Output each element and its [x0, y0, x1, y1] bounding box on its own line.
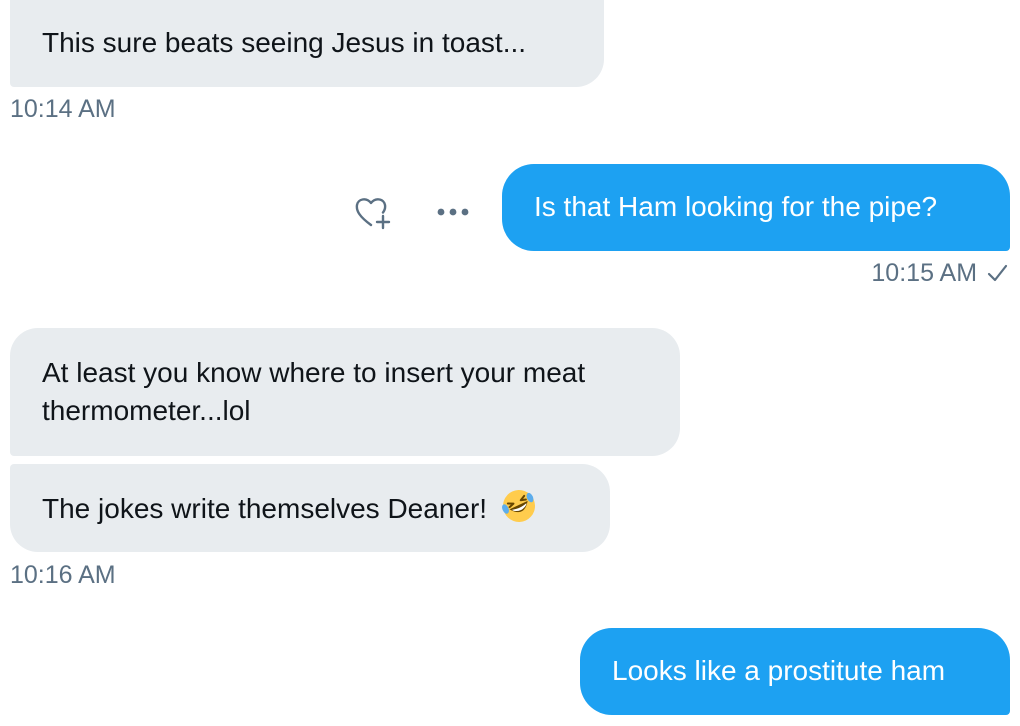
message-bubble-sent[interactable]: Looks like a prostitute ham: [580, 628, 1010, 715]
message-timestamp: 10:15 AM: [871, 259, 978, 287]
message-bubble-received[interactable]: At least you know where to insert your m…: [10, 328, 680, 456]
message-timestamp-sent: 10:15 AM: [871, 258, 1008, 288]
message-text: At least you know where to insert your m…: [42, 357, 586, 426]
checkmark-icon: [987, 264, 1008, 282]
heart-plus-icon[interactable]: [352, 192, 396, 236]
more-dots-icon[interactable]: [434, 202, 474, 222]
message-text: The jokes write themselves Deaner!: [42, 493, 488, 524]
message-text: Is that Ham looking for the pipe?: [534, 191, 938, 222]
message-text: This sure beats seeing Jesus in toast...: [42, 27, 527, 58]
message-bubble-received[interactable]: This sure beats seeing Jesus in toast...: [10, 0, 604, 87]
message-bubble-sent[interactable]: Is that Ham looking for the pipe?: [502, 164, 1010, 251]
message-timestamp: 10:14 AM: [10, 95, 116, 123]
message-timestamp: 10:16 AM: [10, 561, 116, 589]
message-bubble-received[interactable]: The jokes write themselves Deaner!: [10, 464, 610, 552]
rolling-on-floor-laughing-icon: [501, 490, 535, 522]
message-text: Looks like a prostitute ham: [612, 655, 946, 686]
